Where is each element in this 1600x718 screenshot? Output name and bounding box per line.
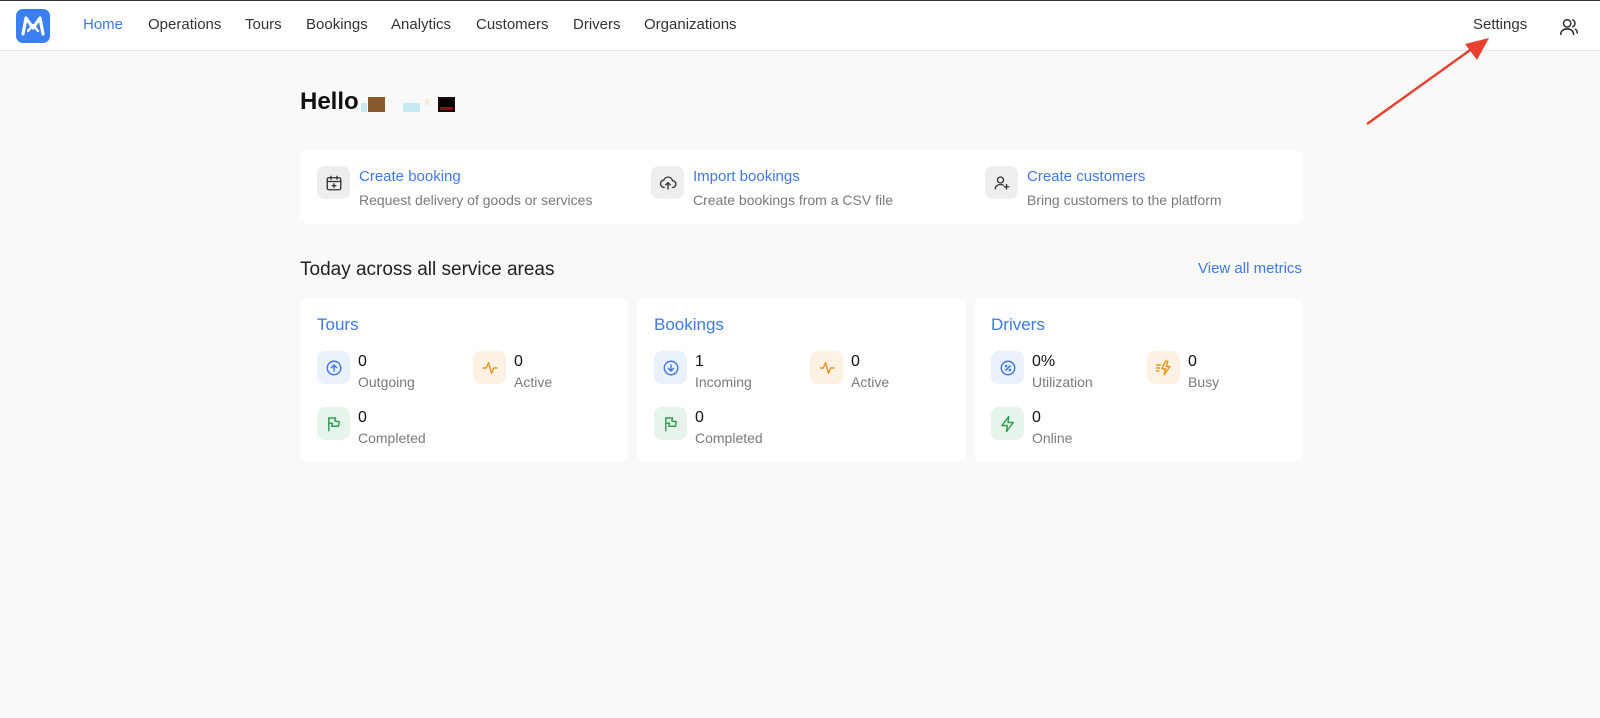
nav-item-customers[interactable]: Customers	[476, 16, 549, 33]
arrow-up-circle-icon	[317, 351, 350, 384]
user-icon[interactable]	[1558, 16, 1580, 38]
redacted-pixels	[360, 97, 455, 112]
top-navbar: Home Operations Tours Bookings Analytics…	[0, 0, 1600, 51]
import-bookings-title[interactable]: Import bookings	[693, 168, 800, 185]
create-booking-description: Request delivery of goods or services	[359, 192, 593, 208]
zap-fast-icon	[1147, 351, 1180, 384]
metric-label: Outgoing	[358, 374, 415, 390]
nav-item-tours[interactable]: Tours	[245, 16, 282, 33]
m-logo-icon	[21, 16, 45, 36]
bookings-card: Bookings 1 Incoming 0 Active 0 Completed	[637, 298, 965, 462]
tours-card-title[interactable]: Tours	[317, 315, 359, 335]
metric-label: Online	[1032, 430, 1073, 446]
bookings-card-title[interactable]: Bookings	[654, 315, 724, 335]
tours-outgoing-metric: 0 Outgoing	[317, 351, 467, 395]
metric-label: Active	[851, 374, 890, 390]
metric-label: Busy	[1188, 374, 1220, 390]
app-logo[interactable]	[16, 9, 50, 43]
metric-label: Incoming	[695, 374, 752, 390]
metric-value: 0	[1032, 409, 1041, 426]
view-all-metrics-link[interactable]: View all metrics	[1198, 260, 1302, 277]
drivers-utilization-metric: 0% Utilization	[991, 351, 1141, 395]
flag-icon	[654, 407, 687, 440]
metric-label: Utilization	[1032, 374, 1093, 390]
tours-card: Tours 0 Outgoing 0 Active 0 Completed	[300, 298, 628, 462]
section-title: Today across all service areas	[300, 259, 555, 280]
calendar-plus-icon	[317, 166, 350, 199]
create-booking-title[interactable]: Create booking	[359, 168, 461, 185]
metric-label: Completed	[695, 430, 763, 446]
metric-value: 0	[358, 353, 367, 370]
drivers-busy-metric: 0 Busy	[1147, 351, 1297, 395]
greeting-text: Hello	[300, 88, 359, 115]
user-plus-icon	[985, 166, 1018, 199]
drivers-online-metric: 0 Online	[991, 407, 1141, 451]
import-bookings-description: Create bookings from a CSV file	[693, 192, 893, 208]
arrow-down-circle-icon	[654, 351, 687, 384]
settings-link[interactable]: Settings	[1473, 16, 1527, 33]
metric-value: 0	[695, 409, 704, 426]
drivers-card: Drivers 0% Utilization 0 Busy 0 Online	[974, 298, 1302, 462]
create-booking-action[interactable]: Create booking Request delivery of goods…	[317, 166, 617, 210]
metric-value: 0	[514, 353, 523, 370]
nav-item-bookings[interactable]: Bookings	[306, 16, 368, 33]
bookings-active-metric: 0 Active	[810, 351, 960, 395]
metric-value: 0	[1188, 353, 1197, 370]
import-bookings-action[interactable]: Import bookings Create bookings from a C…	[651, 166, 951, 210]
nav-item-operations[interactable]: Operations	[148, 16, 221, 33]
activity-icon	[810, 351, 843, 384]
nav-item-analytics[interactable]: Analytics	[391, 16, 451, 33]
metric-value: 1	[695, 353, 704, 370]
quick-actions-panel: Create booking Request delivery of goods…	[300, 150, 1302, 224]
metric-label: Active	[514, 374, 553, 390]
nav-item-drivers[interactable]: Drivers	[573, 16, 621, 33]
zap-icon	[991, 407, 1024, 440]
tours-active-metric: 0 Active	[473, 351, 623, 395]
bookings-incoming-metric: 1 Incoming	[654, 351, 804, 395]
create-customers-description: Bring customers to the platform	[1027, 192, 1222, 208]
flag-icon	[317, 407, 350, 440]
tours-completed-metric: 0 Completed	[317, 407, 467, 451]
create-customers-title[interactable]: Create customers	[1027, 168, 1145, 185]
metric-label: Completed	[358, 430, 426, 446]
metric-value: 0	[358, 409, 367, 426]
metric-value: 0%	[1032, 353, 1056, 370]
bookings-completed-metric: 0 Completed	[654, 407, 804, 451]
cloud-upload-icon	[651, 166, 684, 199]
nav-item-home[interactable]: Home	[83, 16, 123, 33]
nav-item-organizations[interactable]: Organizations	[644, 16, 737, 33]
redacted-name	[360, 94, 461, 112]
create-customers-action[interactable]: Create customers Bring customers to the …	[985, 166, 1285, 210]
metric-value: 0	[851, 353, 860, 370]
activity-icon	[473, 351, 506, 384]
drivers-card-title[interactable]: Drivers	[991, 315, 1045, 335]
greeting-heading: Hello	[300, 88, 461, 116]
percent-circle-icon	[991, 351, 1024, 384]
